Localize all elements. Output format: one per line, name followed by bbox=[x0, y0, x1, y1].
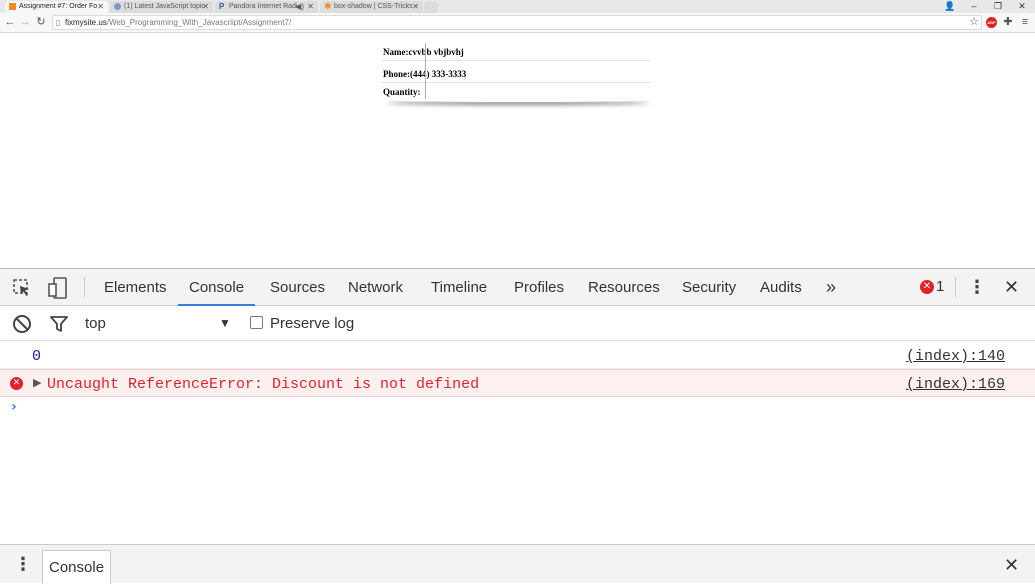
expand-triangle-icon[interactable]: ▶ bbox=[33, 376, 41, 389]
assignment-favicon-icon bbox=[9, 3, 16, 10]
extensions-icon[interactable]: ✚ bbox=[1002, 16, 1014, 29]
css-tricks-favicon-icon: ✱ bbox=[324, 1, 332, 11]
browser-tab-javascript[interactable]: (1) Latest JavaScript topic ✕ bbox=[110, 1, 213, 13]
reload-button[interactable]: ↻ bbox=[35, 16, 47, 29]
chevron-down-icon[interactable]: ▼ bbox=[219, 316, 231, 330]
close-drawer-icon[interactable]: ✕ bbox=[1004, 553, 1019, 577]
minimize-button[interactable]: – bbox=[962, 0, 986, 13]
console-filter-bar: top ▼ Preserve log bbox=[0, 306, 1035, 341]
clear-console-icon[interactable] bbox=[12, 314, 32, 334]
source-link[interactable]: (index):140 bbox=[906, 348, 1005, 365]
devtools-tab-bar: Elements Console Sources Network Timelin… bbox=[0, 269, 1035, 306]
more-tabs-icon[interactable]: » bbox=[824, 269, 838, 306]
console-error: ✕ ▶ Uncaught ReferenceError: Discount is… bbox=[0, 369, 1035, 397]
restore-button[interactable]: ❐ bbox=[986, 0, 1010, 13]
tab-close-icon[interactable]: ✕ bbox=[202, 1, 209, 12]
devtools-drawer: ⋮ Console ✕ bbox=[0, 544, 1035, 584]
devtools-panel: Elements Console Sources Network Timelin… bbox=[0, 268, 1035, 584]
toolbar-separator bbox=[84, 277, 85, 297]
error-icon: ✕ bbox=[10, 377, 23, 390]
inspect-element-icon[interactable] bbox=[12, 278, 32, 298]
back-button[interactable]: ← bbox=[4, 16, 16, 29]
toolbar-separator bbox=[955, 277, 956, 297]
console-prompt[interactable]: › bbox=[0, 397, 1035, 421]
error-icon[interactable]: ✕ bbox=[920, 280, 934, 294]
pandora-favicon-icon: P bbox=[219, 2, 225, 11]
tab-close-icon[interactable]: ✕ bbox=[97, 1, 104, 12]
forum-favicon-icon bbox=[114, 3, 121, 10]
profile-icon[interactable]: 👤 bbox=[938, 0, 962, 13]
bookmark-star-icon[interactable]: ☆ bbox=[968, 16, 980, 29]
tab-profiles[interactable]: Profiles bbox=[512, 269, 566, 306]
context-selector[interactable]: top bbox=[85, 315, 106, 332]
forward-button[interactable]: → bbox=[19, 16, 31, 29]
browser-tab-css-tricks[interactable]: ✱ box-shadow | CSS-Tricks ✕ bbox=[320, 1, 423, 13]
error-count[interactable]: 1 bbox=[936, 278, 944, 295]
tab-security[interactable]: Security bbox=[680, 269, 738, 306]
drawer-menu-icon[interactable]: ⋮ bbox=[14, 551, 32, 577]
text-cursor bbox=[425, 43, 426, 99]
tab-sources[interactable]: Sources bbox=[268, 269, 327, 306]
tab-elements[interactable]: Elements bbox=[102, 269, 169, 306]
tab-title: (1) Latest JavaScript topic bbox=[124, 3, 205, 10]
prompt-chevron-icon: › bbox=[11, 399, 17, 415]
console-message: 0 (index):140 bbox=[0, 341, 1035, 369]
chrome-menu-icon[interactable]: ≡ bbox=[1019, 16, 1031, 29]
tab-title: Assignment #7: Order Fo bbox=[19, 3, 98, 10]
device-mode-icon[interactable] bbox=[48, 277, 68, 299]
url-host: fixmysite.us bbox=[65, 18, 107, 27]
filter-icon[interactable] bbox=[49, 314, 69, 334]
phone-row: Phone:(444) 333-3333 bbox=[381, 63, 651, 83]
source-link[interactable]: (index):169 bbox=[906, 376, 1005, 393]
close-devtools-icon[interactable]: ✕ bbox=[1004, 275, 1019, 299]
adblock-icon[interactable]: ABP bbox=[986, 17, 997, 28]
order-form: Name:cvvbb vbjbvhj Phone:(444) 333-3333 … bbox=[381, 41, 653, 101]
tab-close-icon[interactable]: ✕ bbox=[412, 1, 419, 12]
preserve-log-label[interactable]: Preserve log bbox=[270, 315, 354, 332]
browser-tab-strip: Assignment #7: Order Fo ✕ (1) Latest Jav… bbox=[0, 0, 1035, 13]
close-window-button[interactable]: ✕ bbox=[1010, 0, 1034, 13]
tab-title: box-shadow | CSS-Tricks bbox=[334, 3, 413, 10]
address-bar[interactable]: ▯ fixmysite.us/Web_Programming_With_Java… bbox=[52, 15, 982, 30]
tab-network[interactable]: Network bbox=[346, 269, 405, 306]
error-message: Uncaught ReferenceError: Discount is not… bbox=[47, 376, 480, 393]
new-tab-button[interactable] bbox=[424, 1, 438, 13]
quantity-label: Quantity: bbox=[383, 87, 421, 97]
tab-close-icon[interactable]: ✕ bbox=[307, 1, 314, 12]
tab-timeline[interactable]: Timeline bbox=[429, 269, 489, 306]
drawer-tab-console[interactable]: Console bbox=[42, 550, 112, 584]
page-info-icon[interactable]: ▯ bbox=[56, 16, 60, 29]
name-row: Name:cvvbb vbjbvhj bbox=[381, 41, 651, 61]
browser-tab-assignment[interactable]: Assignment #7: Order Fo ✕ bbox=[5, 1, 108, 13]
form-shadow bbox=[387, 98, 649, 102]
preserve-log-checkbox[interactable] bbox=[250, 316, 263, 329]
url-path: /Web_Programming_With_Javascriipt/Assign… bbox=[106, 18, 292, 27]
tab-console[interactable]: Console bbox=[178, 269, 256, 306]
log-value: 0 bbox=[32, 348, 42, 365]
devtools-menu-icon[interactable]: ⋮ bbox=[968, 275, 986, 299]
browser-tab-pandora[interactable]: P Pandora Internet Radi ◀) ✕ bbox=[215, 1, 318, 13]
audio-playing-icon: ◀) bbox=[295, 2, 304, 11]
tab-resources[interactable]: Resources bbox=[586, 269, 662, 306]
tab-title: Pandora Internet Radi bbox=[229, 3, 298, 10]
tab-audits[interactable]: Audits bbox=[758, 269, 804, 306]
name-label: Name:cvvbb vbjbvhj bbox=[383, 47, 464, 57]
browser-toolbar: ← → ↻ ▯ fixmysite.us/Web_Programming_Wit… bbox=[0, 13, 1035, 33]
